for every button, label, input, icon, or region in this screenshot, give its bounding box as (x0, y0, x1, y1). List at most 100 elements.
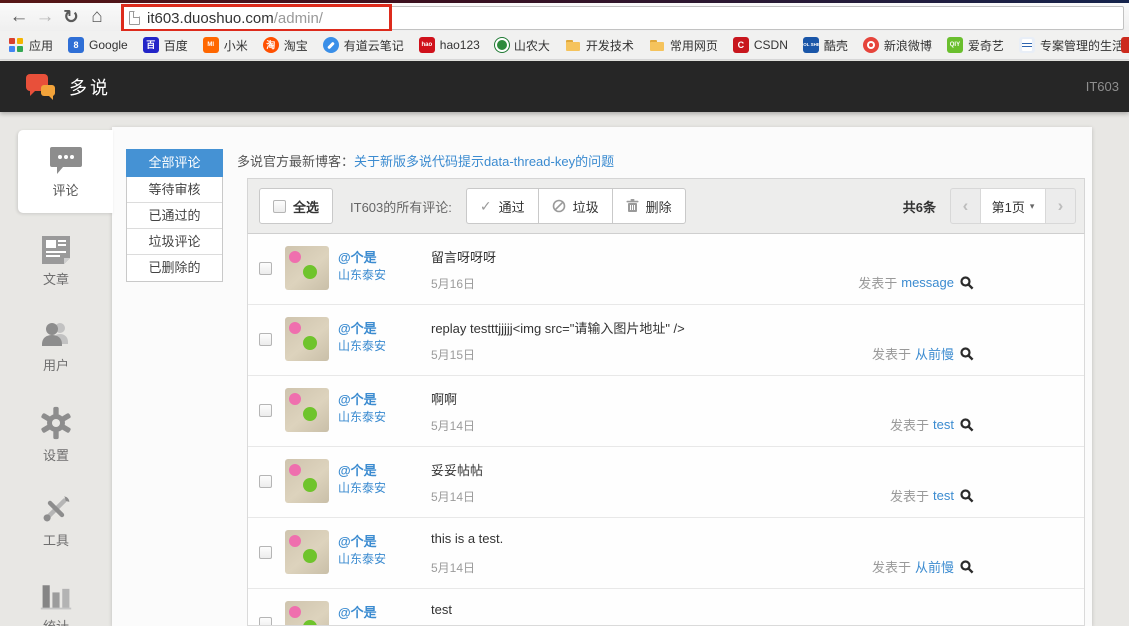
comment-filter-menu: 全部评论 等待审核 已通过的 垃圾评论 已删除的 (126, 149, 223, 282)
thread-link[interactable]: 从前慢 (915, 557, 954, 576)
magnifier-icon[interactable] (960, 417, 974, 432)
pagination: ‹ 第1页 ▾ › (950, 188, 1076, 224)
sidebar-item-articles[interactable]: 文章 (0, 234, 112, 288)
comment-bubble-icon (49, 146, 82, 174)
sidebar-item-users[interactable]: 用户 (0, 320, 112, 374)
bookmark-iqiyi[interactable]: QIY 爱奇艺 (946, 37, 1004, 54)
weibo-icon (862, 37, 879, 53)
gear-icon (41, 406, 71, 440)
approve-button[interactable]: ✓ 通过 (465, 188, 538, 224)
site-name[interactable]: IT603 (1086, 61, 1119, 112)
bookmark-hao123[interactable]: hao hao123 (418, 37, 480, 53)
comment-text: 啊啊 (431, 392, 458, 407)
trash-icon (626, 199, 639, 212)
announcement-prefix: 多说官方最新博客： (237, 154, 355, 169)
bookmark-csdn[interactable]: C CSDN (732, 37, 788, 53)
author-link[interactable]: @个是 (338, 460, 377, 479)
partial-bookmark-icon[interactable] (1121, 37, 1129, 53)
apps-grid-icon (8, 37, 24, 53)
magnifier-icon[interactable] (960, 346, 974, 361)
posted-on: 发表于 message (858, 273, 974, 292)
author-location[interactable]: 山东泰安 (338, 408, 386, 425)
author-link[interactable]: @个是 (338, 247, 377, 266)
thread-link[interactable]: message (901, 275, 954, 290)
select-all-checkbox[interactable] (273, 199, 286, 213)
posted-on: 发表于 test (890, 486, 974, 505)
author-link[interactable]: @个是 (338, 318, 377, 337)
sidebar-item-comments[interactable]: 评论 (18, 130, 113, 213)
author-location[interactable]: 山东泰安 (338, 550, 386, 567)
address-bar[interactable]: it603.duoshuo.com/admin/ (122, 6, 1124, 30)
brand-name[interactable]: 多说 (69, 74, 111, 100)
bookmark-apps[interactable]: 应用 (8, 37, 53, 54)
bookmark-google[interactable]: 8 Google (68, 37, 128, 53)
author-location[interactable]: 山东泰安 (338, 266, 386, 283)
spam-button[interactable]: 垃圾 (537, 188, 612, 224)
row-checkbox[interactable] (259, 262, 272, 275)
forward-icon[interactable]: → (32, 6, 58, 28)
bookmark-taobao[interactable]: 淘 淘宝 (262, 37, 308, 54)
author-link[interactable]: @个是 (338, 602, 377, 621)
row-checkbox[interactable] (259, 404, 272, 417)
xiaomi-icon: MI (202, 37, 219, 53)
bookmark-coolshell[interactable]: COOL SHELL 酷壳 (802, 37, 848, 54)
bookmark-common-folder[interactable]: 常用网页 (649, 37, 718, 54)
thread-link[interactable]: test (933, 417, 954, 432)
users-icon (42, 323, 68, 346)
author-link[interactable]: @个是 (338, 531, 377, 550)
home-icon[interactable]: ⌂ (84, 6, 110, 28)
author-location[interactable]: 山东泰安 (338, 479, 386, 496)
refresh-icon[interactable]: ↻ (58, 6, 84, 29)
menu-item-deleted[interactable]: 已删除的 (127, 255, 222, 281)
folder-icon (649, 37, 665, 53)
prev-page-button[interactable]: ‹ (951, 189, 980, 223)
select-all-button[interactable]: 全选 (259, 188, 334, 224)
iqiyi-icon: QIY (946, 37, 963, 53)
avatar (285, 317, 329, 361)
bookmark-youdao[interactable]: 有道云笔记 (322, 37, 404, 54)
doc-icon (1018, 37, 1035, 53)
csdn-icon: C (732, 37, 749, 53)
comment-date: 5月16日 (431, 277, 476, 291)
row-checkbox[interactable] (259, 617, 272, 625)
menu-item-pending[interactable]: 等待审核 (127, 177, 222, 203)
next-page-button[interactable]: › (1046, 189, 1075, 223)
sidebar-item-stats[interactable]: 统计 (0, 581, 112, 626)
author-link[interactable]: @个是 (338, 389, 377, 408)
comment-text: 妥妥帖帖 (431, 463, 484, 478)
sidebar-item-tools[interactable]: 工具 (0, 493, 112, 549)
bookmark-pm-blog[interactable]: 专案管理的生活思维 (1018, 37, 1129, 54)
magnifier-icon[interactable] (960, 559, 974, 574)
url-text[interactable]: it603.duoshuo.com/admin/ (147, 10, 323, 27)
bookmark-baidu[interactable]: 百 百度 (142, 37, 188, 54)
row-checkbox[interactable] (259, 475, 272, 488)
magnifier-icon[interactable] (960, 275, 974, 290)
thread-link[interactable]: test (933, 488, 954, 503)
row-checkbox[interactable] (259, 546, 272, 559)
google-icon: 8 (68, 37, 85, 53)
author-location[interactable]: 山东泰安 (338, 337, 386, 354)
magnifier-icon[interactable] (960, 488, 974, 503)
menu-item-all-comments[interactable]: 全部评论 (126, 149, 223, 177)
comment-row: @个是 山东泰安 啊啊 5月14日 发表于 test (248, 376, 1084, 447)
bookmark-sdau[interactable]: 山农大 (494, 37, 550, 54)
coolshell-icon: COOL SHELL (802, 37, 819, 53)
duoshuo-logo-icon[interactable] (26, 72, 60, 102)
back-icon[interactable]: ← (6, 6, 32, 28)
announcement-link[interactable]: 关于新版多说代码提示data-thread-key的问题 (354, 154, 614, 169)
bookmark-dev-folder[interactable]: 开发技术 (565, 37, 634, 54)
page-select[interactable]: 第1页 ▾ (980, 189, 1046, 223)
chevron-down-icon: ▾ (1029, 200, 1035, 211)
menu-item-approved[interactable]: 已通过的 (127, 203, 222, 229)
comment-list: @个是 山东泰安 留言呀呀呀 5月16日 发表于 message @个是 山东泰… (247, 233, 1085, 626)
menu-item-spam[interactable]: 垃圾评论 (127, 229, 222, 255)
comment-date: 5月14日 (431, 490, 476, 504)
site-header: 多说 IT603 (0, 61, 1129, 112)
bookmarks-bar: 应用 8 Google 百 百度 MI 小米 淘 淘宝 有道云笔记 hao ha… (0, 31, 1129, 60)
bookmark-weibo[interactable]: 新浪微博 (862, 37, 932, 54)
row-checkbox[interactable] (259, 333, 272, 346)
delete-button[interactable]: 删除 (611, 188, 686, 224)
thread-link[interactable]: 从前慢 (915, 344, 954, 363)
bookmark-xiaomi[interactable]: MI 小米 (202, 37, 248, 54)
sidebar-item-settings[interactable]: 设置 (0, 406, 112, 464)
